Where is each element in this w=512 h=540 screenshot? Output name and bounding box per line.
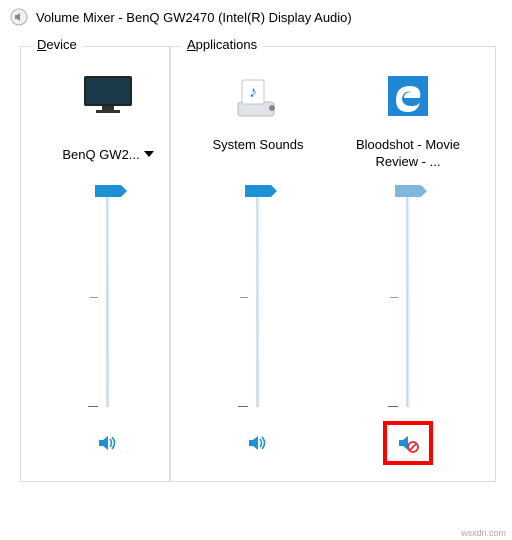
app-column-system-sounds: ♪ System Sounds	[183, 47, 333, 465]
window-title: Volume Mixer - BenQ GW2470 (Intel(R) Dis…	[36, 10, 352, 25]
app-volume-slider[interactable]	[400, 187, 416, 407]
app-mute-button[interactable]	[233, 421, 283, 465]
title-bar: Volume Mixer - BenQ GW2470 (Intel(R) Dis…	[0, 0, 512, 34]
device-group: Device BenQ GW2...	[20, 46, 170, 482]
device-group-label: Device	[31, 37, 83, 52]
app-slider-thumb[interactable]	[395, 185, 421, 197]
app-column-edge: Bloodshot - Movie Review - ...	[333, 47, 483, 465]
volume-mixer-icon	[10, 8, 28, 26]
device-selector[interactable]: BenQ GW2...	[62, 137, 153, 171]
applications-group: Applications ♪ System Sounds	[170, 46, 496, 482]
app-label: Bloodshot - Movie Review - ...	[333, 137, 483, 171]
mixer-content: Device BenQ GW2...	[0, 34, 512, 482]
system-sounds-icon[interactable]: ♪	[234, 63, 282, 129]
device-slider-thumb[interactable]	[95, 185, 121, 197]
chevron-down-icon	[144, 151, 154, 157]
app-label: System Sounds	[212, 137, 303, 171]
app-mute-button-muted[interactable]	[383, 421, 433, 465]
app-volume-slider[interactable]	[250, 187, 266, 407]
device-volume-slider[interactable]	[100, 187, 116, 407]
applications-group-label: Applications	[181, 37, 263, 52]
svg-text:♪: ♪	[249, 84, 257, 101]
device-mute-button[interactable]	[83, 421, 133, 465]
watermark: wsxdn.com	[461, 528, 506, 538]
edge-icon[interactable]	[384, 63, 432, 129]
device-column: BenQ GW2...	[33, 47, 183, 465]
device-icon[interactable]	[78, 63, 138, 129]
app-slider-thumb[interactable]	[245, 185, 271, 197]
device-name: BenQ GW2...	[62, 147, 139, 162]
